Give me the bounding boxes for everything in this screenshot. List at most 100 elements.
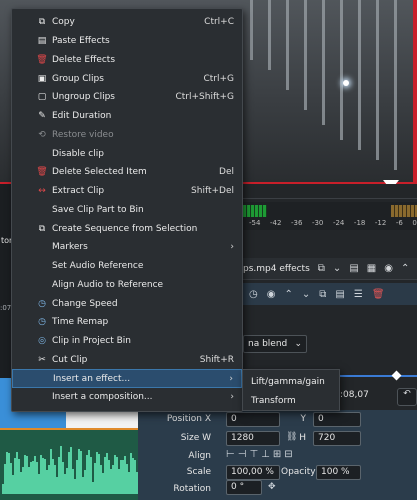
- menu-item-label: Edit Duration: [52, 111, 112, 122]
- menu-item-cut-clip[interactable]: ✂ Cut Clip Shift+R: [12, 351, 242, 370]
- menu-item-label: Restore video: [52, 129, 114, 140]
- menu-item-label: Align Audio to Reference: [52, 279, 164, 290]
- menu-item-create-sequence-from-selection[interactable]: ⧉ Create Sequence from Selection: [12, 219, 242, 238]
- keyframe-button[interactable]: ↶: [397, 388, 417, 406]
- menu-item-time-remap[interactable]: ◷ Time Remap: [12, 313, 242, 332]
- menu-item-extract-clip[interactable]: ↔ Extract Clip Shift+Del: [12, 182, 242, 201]
- group-icon: ▣: [37, 73, 47, 84]
- menu-item-label: Insert an effect...: [53, 373, 131, 384]
- align-buttons: ⊢ ⊣ ⊤ ⊥ ⊞ ⊟: [226, 449, 293, 460]
- audio-meter: -54 -42 -36 -30 -24 -18 -12 -6 0: [243, 202, 417, 230]
- menu-item-label: Insert a composition...: [52, 392, 153, 403]
- align-right-icon[interactable]: ⊤: [249, 449, 258, 460]
- menu-item-markers[interactable]: Markers ›: [12, 238, 242, 257]
- opacity-field[interactable]: 100 %: [316, 465, 361, 480]
- monitor-border: [413, 0, 417, 182]
- rotate-handle-icon[interactable]: ✥: [268, 482, 276, 492]
- keyframe-icon[interactable]: ◷: [249, 289, 258, 300]
- sequence-icon: ⧉: [38, 223, 46, 234]
- menu-item-label: Group Clips: [52, 73, 104, 84]
- menu-item-disable-clip[interactable]: Disable clip: [12, 144, 242, 163]
- eye-icon[interactable]: ◉: [267, 289, 276, 300]
- menu-item-shortcut: Ctrl+G: [203, 73, 234, 84]
- align-left-icon[interactable]: ⊢: [226, 449, 235, 460]
- copy-icon: ⧉: [38, 17, 46, 28]
- trash-icon: 🗑: [36, 167, 48, 178]
- collapse-icon[interactable]: ⌃: [284, 289, 292, 300]
- menu-item-label: Create Sequence from Selection: [52, 223, 198, 234]
- menu-item-label: Disable clip: [52, 148, 104, 159]
- blend-mode-value: na blend: [248, 339, 288, 349]
- align-bottom-icon[interactable]: ⊟: [284, 449, 292, 460]
- menu-item-restore-video[interactable]: ⟲ Restore video: [12, 126, 242, 145]
- menu-item-save-clip-part-to-bin[interactable]: Save Clip Part to Bin: [12, 201, 242, 220]
- menu-item-insert-a-composition[interactable]: Insert a composition... ›: [12, 388, 242, 407]
- menu-item-label: Set Audio Reference: [52, 261, 144, 272]
- menu-icon[interactable]: ☰: [354, 289, 363, 300]
- menu-item-label: Delete Selected Item: [52, 167, 147, 178]
- menu-item-insert-an-effect[interactable]: Insert an effect... ›: [12, 369, 242, 388]
- meter-scale-label: -12: [374, 219, 387, 227]
- position-x-label: Position X: [166, 414, 211, 424]
- menu-item-edit-duration[interactable]: ✎ Edit Duration: [12, 107, 242, 126]
- effects-header: ps.mp4 effects ⧉ ⌄ ▤ ▦ ◉ ⌃ ⫼: [243, 258, 417, 280]
- submenu-item-lift-gamma-gain[interactable]: Lift/gamma/gain: [251, 377, 325, 387]
- speed-icon: ◷: [38, 298, 46, 309]
- scale-field[interactable]: 100,00 %: [226, 465, 280, 480]
- menu-item-shortcut: Shift+R: [199, 354, 234, 365]
- menu-item-label: Clip in Project Bin: [52, 336, 131, 347]
- menu-item-delete-effects[interactable]: 🗑 Delete Effects: [12, 51, 242, 70]
- opacity-label: Opacity: [281, 467, 316, 477]
- compare-icon[interactable]: ⧉: [318, 263, 325, 274]
- chevron-right-icon: ›: [230, 242, 234, 253]
- transform-properties: Position X 0 Y 0 Size W 1280 ⛓ H 720 Ali…: [138, 410, 417, 500]
- edit-duration-icon: ✎: [38, 111, 46, 122]
- meter-scale-label: -30: [311, 219, 324, 227]
- align-top-icon[interactable]: ⊥: [261, 449, 270, 460]
- copy-icon[interactable]: ⧉: [319, 289, 326, 300]
- insert-effect-submenu: Lift/gamma/gain Transform: [242, 369, 340, 411]
- menu-item-change-speed[interactable]: ◷ Change Speed: [12, 294, 242, 313]
- meter-scale-label: -36: [290, 219, 303, 227]
- expand-icon[interactable]: ⌄: [302, 289, 310, 300]
- paste-icon: ▤: [37, 36, 47, 47]
- chevron-down-icon[interactable]: ⌄: [333, 263, 341, 274]
- blend-mode-select[interactable]: na blend ⌄: [243, 335, 307, 353]
- menu-item-paste-effects[interactable]: ▤ Paste Effects: [12, 32, 242, 51]
- trash-icon[interactable]: 🗑: [372, 289, 385, 300]
- rotation-field[interactable]: 0 °: [226, 480, 262, 495]
- effect-toolbar: ◷ ◉ ⌃ ⌄ ⧉ ▤ ☰ 🗑: [243, 283, 417, 305]
- meter-peak-left: [391, 205, 417, 217]
- menu-item-shortcut: Ctrl+Shift+G: [175, 92, 234, 103]
- effect-timecode[interactable]: :08,07: [340, 390, 369, 400]
- position-x-field[interactable]: 0: [226, 412, 280, 427]
- chevron-right-icon: ›: [229, 373, 233, 384]
- scale-label: Scale: [186, 467, 211, 477]
- align-middle-icon[interactable]: ⊞: [273, 449, 281, 460]
- position-y-field[interactable]: 0: [313, 412, 361, 427]
- meter-scale-label: -18: [353, 219, 366, 227]
- align-center-icon[interactable]: ⊣: [238, 449, 247, 460]
- collapse-icon[interactable]: ⌃: [401, 263, 409, 274]
- menu-icon[interactable]: ▦: [367, 263, 376, 274]
- size-h-field[interactable]: 720: [313, 431, 361, 446]
- keyframe-diamond[interactable]: [391, 370, 402, 381]
- menu-item-copy[interactable]: ⧉ Copy Ctrl+C: [12, 13, 242, 32]
- save-icon[interactable]: ▤: [335, 289, 344, 300]
- monitor-ruler[interactable]: [243, 184, 417, 199]
- menu-item-ungroup-clips[interactable]: ▢ Ungroup Clips Ctrl+Shift+G: [12, 88, 242, 107]
- audio-clip[interactable]: [0, 430, 138, 500]
- save-preset-icon[interactable]: ▤: [349, 263, 358, 274]
- menu-item-set-audio-reference[interactable]: Set Audio Reference: [12, 257, 242, 276]
- menu-item-align-audio-to-reference[interactable]: Align Audio to Reference: [12, 276, 242, 295]
- menu-item-group-clips[interactable]: ▣ Group Clips Ctrl+G: [12, 69, 242, 88]
- meter-scale-label: -42: [269, 219, 282, 227]
- menu-item-label: Save Clip Part to Bin: [52, 204, 144, 215]
- eye-icon[interactable]: ◉: [384, 263, 393, 274]
- effects-title: ps.mp4 effects: [243, 263, 310, 274]
- menu-item-clip-in-project-bin[interactable]: ◎ Clip in Project Bin: [12, 332, 242, 351]
- size-w-field[interactable]: 1280: [226, 431, 280, 446]
- menu-item-delete-selected-item[interactable]: 🗑 Delete Selected Item Del: [12, 163, 242, 182]
- light-spot: [343, 80, 349, 86]
- submenu-item-transform[interactable]: Transform: [251, 396, 296, 406]
